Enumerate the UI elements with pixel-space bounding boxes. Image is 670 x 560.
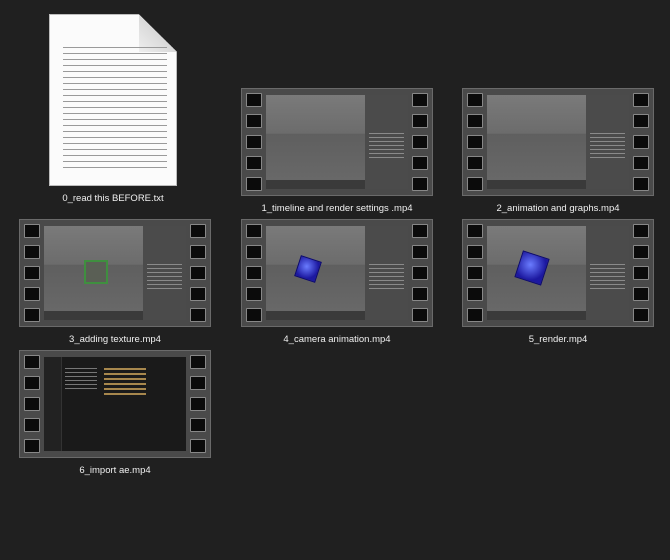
film-strip-icon	[19, 350, 211, 458]
sprocket-hole	[412, 287, 428, 301]
file-name: 4_camera animation.mp4	[283, 334, 391, 345]
sprocket-hole	[633, 224, 649, 238]
sprocket-hole	[246, 135, 262, 149]
sprocket-hole	[190, 397, 206, 411]
file-item-1[interactable]: 1_timeline and render settings .mp4	[237, 88, 437, 214]
sprocket-hole	[190, 245, 206, 259]
sprocket-hole	[633, 114, 649, 128]
file-name: 5_render.mp4	[528, 334, 588, 345]
sprocket-hole	[412, 308, 428, 322]
sprocket-hole	[24, 245, 40, 259]
sprocket-hole	[412, 135, 428, 149]
file-item-0[interactable]: 0_read this BEFORE.txt	[13, 14, 213, 204]
file-item-2[interactable]: 2_animation and graphs.mp4	[458, 88, 658, 214]
sprocket-hole	[467, 308, 483, 322]
sprocket-hole	[246, 266, 262, 280]
video-thumbnail	[266, 95, 408, 189]
sprocket-hole	[633, 135, 649, 149]
cube-object	[83, 259, 108, 284]
sprocket-hole	[24, 355, 40, 369]
sprocket-hole	[246, 245, 262, 259]
sprocket-hole	[467, 177, 483, 191]
sprocket-hole	[467, 287, 483, 301]
sprocket-hole	[467, 156, 483, 170]
sprocket-hole	[467, 224, 483, 238]
sprocket-hole	[246, 308, 262, 322]
film-strip-icon	[241, 219, 433, 327]
video-thumbnail	[266, 226, 408, 320]
sprocket-hole	[633, 266, 649, 280]
sprocket-hole	[633, 287, 649, 301]
sprocket-hole	[412, 114, 428, 128]
sprocket-hole	[412, 266, 428, 280]
sprocket-hole	[24, 266, 40, 280]
sprocket-hole	[190, 308, 206, 322]
file-name: 3_adding texture.mp4	[69, 334, 161, 345]
sprocket-hole	[412, 177, 428, 191]
file-name: 0_read this BEFORE.txt	[62, 193, 164, 204]
file-name: 2_animation and graphs.mp4	[496, 203, 620, 214]
sprocket-hole	[467, 266, 483, 280]
sprocket-hole	[467, 93, 483, 107]
sprocket-hole	[412, 224, 428, 238]
sprocket-hole	[412, 156, 428, 170]
sprocket-hole	[412, 93, 428, 107]
sprocket-hole	[246, 93, 262, 107]
film-strip-icon	[19, 219, 211, 327]
film-strip-icon	[462, 88, 654, 196]
sprocket-hole	[467, 135, 483, 149]
sprocket-hole	[633, 308, 649, 322]
file-name: 1_timeline and render settings .mp4	[261, 203, 413, 214]
sprocket-hole	[190, 439, 206, 453]
sprocket-hole	[190, 418, 206, 432]
sprocket-hole	[190, 224, 206, 238]
text-lines	[63, 42, 167, 168]
sprocket-hole	[246, 156, 262, 170]
video-thumbnail	[44, 357, 186, 451]
sprocket-hole	[190, 266, 206, 280]
sprocket-hole	[24, 376, 40, 390]
sprocket-hole	[246, 287, 262, 301]
sprocket-hole	[467, 245, 483, 259]
sprocket-hole	[24, 224, 40, 238]
sprocket-hole	[24, 287, 40, 301]
video-thumbnail	[44, 226, 186, 320]
film-strip-icon	[241, 88, 433, 196]
text-document-icon	[49, 14, 177, 186]
file-item-5[interactable]: 5_render.mp4	[458, 219, 658, 345]
sprocket-hole	[246, 177, 262, 191]
sprocket-hole	[24, 439, 40, 453]
sprocket-hole	[190, 376, 206, 390]
file-item-6[interactable]: 6_import ae.mp4	[15, 350, 215, 476]
sprocket-hole	[24, 308, 40, 322]
sprocket-hole	[190, 355, 206, 369]
sprocket-hole	[467, 114, 483, 128]
sprocket-hole	[633, 177, 649, 191]
video-thumbnail	[487, 95, 629, 189]
sprocket-hole	[412, 245, 428, 259]
sprocket-hole	[24, 418, 40, 432]
sprocket-hole	[633, 156, 649, 170]
film-strip-icon	[462, 219, 654, 327]
file-item-4[interactable]: 4_camera animation.mp4	[237, 219, 437, 345]
file-name: 6_import ae.mp4	[79, 465, 151, 476]
sprocket-hole	[190, 287, 206, 301]
sprocket-hole	[246, 114, 262, 128]
sprocket-hole	[24, 397, 40, 411]
sprocket-hole	[246, 224, 262, 238]
file-item-3[interactable]: 3_adding texture.mp4	[15, 219, 215, 345]
sprocket-hole	[633, 245, 649, 259]
video-thumbnail	[487, 226, 629, 320]
sprocket-hole	[633, 93, 649, 107]
